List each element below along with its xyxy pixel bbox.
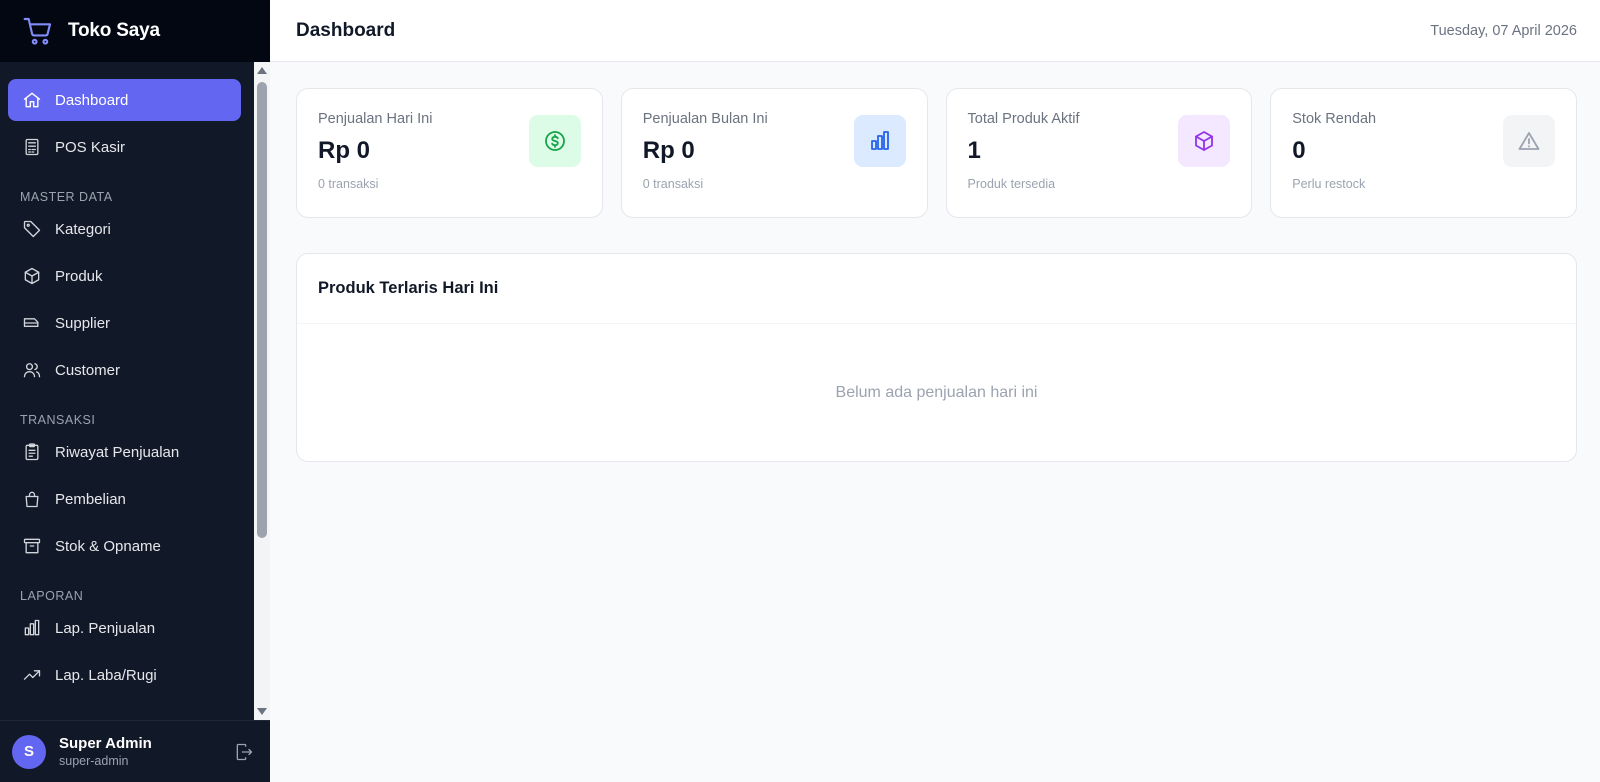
avatar[interactable]: S (12, 734, 46, 769)
archive-icon (23, 538, 41, 554)
section-title-master-data: MASTER DATA (20, 190, 113, 204)
section-title-laporan: LAPORAN (20, 589, 84, 603)
sidebar-item-supplier[interactable]: Supplier (8, 302, 241, 344)
sidebar-item-pos-kasir[interactable]: POS Kasir (8, 126, 241, 168)
user-role: super-admin (59, 754, 129, 768)
sidebar-item-stok-opname[interactable]: Stok & Opname (8, 525, 241, 567)
sidebar-item-label: POS Kasir (55, 138, 126, 156)
home-icon (23, 92, 41, 108)
dollar-icon (544, 131, 565, 151)
sidebar-item-label: Produk (55, 267, 103, 285)
scroll-down-arrow-icon[interactable] (257, 708, 267, 715)
scroll-up-arrow-icon[interactable] (257, 67, 267, 74)
stats-row: Penjualan Hari Ini Rp 0 0 transaksi Penj… (296, 88, 1577, 218)
sidebar-item-label: Supplier (55, 314, 111, 332)
stat-subtext: 0 transaksi (642, 177, 704, 191)
stat-icon-box (1503, 115, 1555, 167)
sidebar-item-kategori[interactable]: Kategori (8, 208, 241, 250)
sidebar: Toko Saya Dashboard POS Kasir MASTER DAT… (0, 0, 270, 782)
sidebar-item-label: Kategori (55, 220, 111, 238)
sidebar-item-lap-laba-rugi[interactable]: Lap. Laba/Rugi (8, 654, 241, 696)
user-info: Super Admin super-admin (59, 735, 152, 768)
sidebar-item-label: Pembelian (55, 490, 126, 508)
sidebar-item-label: Riwayat Penjualan (55, 443, 180, 461)
sidebar-item-label: Stok & Opname (55, 537, 161, 555)
stat-icon-box (528, 115, 581, 167)
stat-card-active-products: Total Produk Aktif 1 Produk tersedia (945, 88, 1253, 218)
stat-card-low-stock: Stok Rendah 0 Perlu restock (1270, 88, 1577, 218)
cube-icon (1195, 131, 1214, 151)
sidebar-item-label: Customer (55, 361, 121, 379)
cart-icon (23, 17, 52, 45)
cube-icon (24, 267, 40, 285)
empty-state-text: Belum ada penjualan hari ini (835, 384, 1038, 401)
brand-name: Toko Saya (68, 20, 160, 41)
stat-subtext: 0 transaksi (318, 177, 379, 191)
shopping-bag-icon (25, 491, 39, 508)
best-sellers-panel: Produk Terlaris Hari Ini Belum ada penju… (296, 253, 1577, 462)
sidebar-item-label: Lap. Penjualan (55, 619, 156, 637)
clipboard-icon (25, 443, 39, 461)
bar-chart-icon (24, 619, 40, 636)
page-title: Dashboard (296, 19, 396, 41)
receipt-icon (25, 138, 39, 156)
stat-card-sales-month: Penjualan Bulan Ini Rp 0 0 transaksi (620, 88, 928, 218)
tag-icon (23, 220, 41, 238)
sidebar-item-label: Dashboard (55, 91, 129, 109)
user-panel: S Super Admin super-admin (0, 720, 270, 782)
top-bar: Dashboard Tuesday, 07 April 2026 (270, 0, 1600, 62)
sidebar-item-produk[interactable]: Produk (8, 255, 241, 297)
user-name: Super Admin (59, 735, 152, 752)
scrollbar-thumb[interactable] (257, 82, 267, 538)
sidebar-scrollbar[interactable] (254, 62, 270, 720)
sidebar-item-customer[interactable]: Customer (8, 349, 241, 391)
nav-scroll-area[interactable]: Dashboard POS Kasir MASTER DATA Kategori… (0, 62, 270, 720)
sidebar-item-lap-penjualan[interactable]: Lap. Penjualan (8, 607, 241, 649)
sidebar-item-label: Lap. Laba/Rugi (55, 666, 157, 684)
stat-subtext: Produk tersedia (967, 177, 1056, 191)
trending-up-icon (23, 670, 41, 680)
stat-card-sales-today: Penjualan Hari Ini Rp 0 0 transaksi (296, 88, 603, 218)
sidebar-item-riwayat-penjualan[interactable]: Riwayat Penjualan (8, 431, 241, 473)
panel-title: Produk Terlaris Hari Ini (297, 254, 1576, 324)
warning-icon (1518, 132, 1540, 150)
bar-chart-icon (870, 131, 889, 150)
current-date: Tuesday, 07 April 2026 (1430, 22, 1577, 39)
sidebar-nav: Dashboard POS Kasir MASTER DATA Kategori… (0, 62, 254, 701)
section-title-transaksi: TRANSAKSI (20, 413, 96, 427)
truck-icon (23, 318, 39, 327)
sidebar-item-pembelian[interactable]: Pembelian (8, 478, 241, 520)
brand[interactable]: Toko Saya (0, 0, 270, 62)
users-icon (23, 363, 41, 378)
stat-icon-box (1178, 115, 1231, 167)
stat-subtext: Perlu restock (1292, 177, 1366, 191)
stat-icon-box (853, 115, 906, 167)
logout-icon[interactable] (234, 742, 254, 762)
sidebar-item-dashboard[interactable]: Dashboard (8, 79, 241, 121)
